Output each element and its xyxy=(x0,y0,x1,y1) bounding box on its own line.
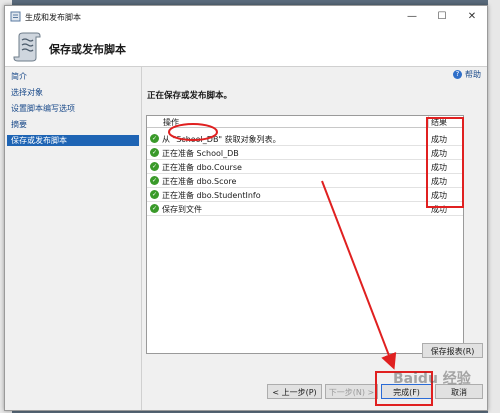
row-result[interactable]: 成功 xyxy=(431,176,447,187)
app-icon xyxy=(10,11,21,22)
row-action: 正在准备 dbo.StudentInfo xyxy=(162,191,261,200)
window-title: 生成和发布脚本 xyxy=(25,13,81,22)
success-check-icon: ✓ xyxy=(150,176,159,185)
row-action: 从 "School_DB" 获取对象列表。 xyxy=(162,135,281,144)
help-icon: ? xyxy=(453,70,462,79)
nav-item-intro[interactable]: 简介 xyxy=(7,71,139,82)
help-label: 帮助 xyxy=(465,70,481,79)
grid-header: 操作 结果 xyxy=(147,116,463,128)
grid-row: ✓ 正在准备 School_DB 成功 xyxy=(147,146,463,160)
save-report-button[interactable]: 保存报表(R) xyxy=(422,343,483,358)
script-scroll-icon xyxy=(13,32,41,62)
row-result[interactable]: 成功 xyxy=(431,190,447,201)
section-title: 正在保存或发布脚本。 xyxy=(147,91,233,101)
row-result[interactable]: 成功 xyxy=(431,162,447,173)
success-check-icon: ✓ xyxy=(150,134,159,143)
watermark: Baidu 经验 xyxy=(393,371,471,387)
nav-item-summary[interactable]: 摘要 xyxy=(7,119,139,130)
grid-row: ✓ 从 "School_DB" 获取对象列表。 成功 xyxy=(147,132,463,146)
row-result[interactable]: 成功 xyxy=(431,148,447,159)
next-button[interactable]: 下一步(N) > xyxy=(325,384,378,399)
close-button[interactable]: ✕ xyxy=(457,6,487,28)
background-panel-right xyxy=(488,0,500,413)
previous-button[interactable]: < 上一步(P) xyxy=(267,384,322,399)
success-check-icon: ✓ xyxy=(150,148,159,157)
help-link[interactable]: ? 帮助 xyxy=(453,69,481,80)
page-header: 保存或发布脚本 xyxy=(5,28,487,67)
grid-row: ✓ 正在准备 dbo.Course 成功 xyxy=(147,160,463,174)
maximize-button[interactable]: ☐ xyxy=(427,6,457,28)
title-bar: 生成和发布脚本 — ☐ ✕ xyxy=(5,6,487,28)
row-action: 正在准备 School_DB xyxy=(162,149,239,158)
row-action: 正在准备 dbo.Score xyxy=(162,177,237,186)
row-action: 正在准备 dbo.Course xyxy=(162,163,242,172)
row-result[interactable]: 成功 xyxy=(431,134,447,145)
grid-row: ✓ 正在准备 dbo.StudentInfo 成功 xyxy=(147,188,463,202)
success-check-icon: ✓ xyxy=(150,162,159,171)
column-header-action: 操作 xyxy=(163,118,179,127)
generate-scripts-dialog: 生成和发布脚本 — ☐ ✕ 保存或发布脚本 简介 选择对象 设置脚本编写选项 摘… xyxy=(4,5,488,411)
column-separator xyxy=(428,116,429,127)
progress-grid: 操作 结果 ✓ 从 "School_DB" 获取对象列表。 成功 ✓ 正在准备 … xyxy=(146,115,464,354)
nav-item-choose-objects[interactable]: 选择对象 xyxy=(7,87,139,98)
row-result[interactable]: 成功 xyxy=(431,204,447,215)
wizard-nav: 简介 选择对象 设置脚本编写选项 摘要 保存或发布脚本 xyxy=(5,67,142,410)
nav-item-save-publish[interactable]: 保存或发布脚本 xyxy=(7,135,139,146)
minimize-button[interactable]: — xyxy=(397,6,427,28)
page-title: 保存或发布脚本 xyxy=(49,43,126,56)
nav-item-scripting-options[interactable]: 设置脚本编写选项 xyxy=(7,103,139,114)
success-check-icon: ✓ xyxy=(150,190,159,199)
grid-row: ✓ 保存到文件 成功 xyxy=(147,202,463,216)
grid-row: ✓ 正在准备 dbo.Score 成功 xyxy=(147,174,463,188)
row-action: 保存到文件 xyxy=(162,205,202,214)
column-header-result: 结果 xyxy=(431,118,447,127)
success-check-icon: ✓ xyxy=(150,204,159,213)
